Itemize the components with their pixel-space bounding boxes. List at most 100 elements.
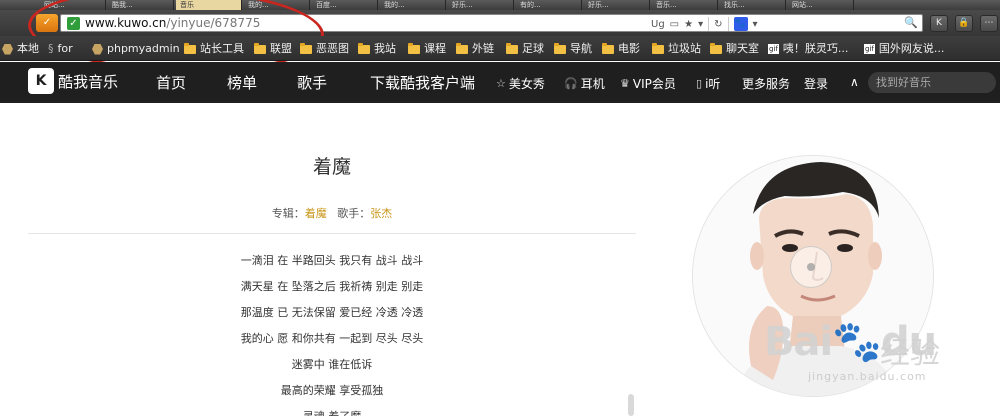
nav-charts[interactable]: 榜单 [227, 72, 257, 93]
browser-tab[interactable]: 有的... [516, 0, 582, 10]
nav-home[interactable]: 首页 [156, 72, 186, 93]
bookmark-item[interactable]: 聊天室 [710, 41, 759, 57]
lyric-line: 迷雾中 谁在低诉 [291, 358, 373, 371]
bookmark-icon [2, 43, 13, 55]
browser-tabstrip: 网站... 酷我... 音乐 我的... 百度... 我的... 好乐... 有… [0, 0, 1000, 10]
lyric-line: 我的心 愿 和你共有 一起到 尽头 尽头 [240, 332, 424, 345]
translate-icon[interactable]: Ug [651, 19, 665, 30]
folder-icon [408, 42, 420, 54]
bookmark-item[interactable]: 本地 [2, 41, 39, 57]
browser-tab[interactable]: 我的... [244, 0, 310, 10]
headphone-icon: 🎧 [564, 77, 578, 90]
refresh-icon[interactable]: ↻ [714, 19, 722, 30]
lyric-line: 灵魂 着了魔 [28, 408, 636, 416]
nav-headphones[interactable]: 🎧 耳机 [564, 75, 605, 92]
bookmark-star-icon[interactable]: ★ [684, 19, 693, 30]
site-header: K 酷我音乐 首页 榜单 歌手 下载酷我客户端 ☆ 美女秀 🎧 耳机 ♛ VIP会员 … [0, 62, 1000, 103]
browser-tab[interactable]: 酷我... [108, 0, 174, 10]
gif-icon: gif [768, 44, 779, 54]
dropdown-icon[interactable]: ▾ [698, 19, 703, 30]
url-text[interactable]: www.kuwo.cn/yinyue/678775 [85, 16, 260, 30]
nav-beauty-show[interactable]: ☆ 美女秀 [496, 75, 545, 92]
album-label: 专辑： [271, 207, 305, 220]
browser-tab[interactable]: 好乐... [584, 0, 650, 10]
folder-icon [652, 42, 664, 54]
lyrics-scrollbar[interactable] [628, 394, 634, 416]
bookmark-item[interactable]: 站长工具 [184, 41, 244, 57]
play-disc-icon[interactable] [790, 246, 832, 288]
baidu-search-engine-icon[interactable]: 🐾 [733, 17, 748, 31]
login-link[interactable]: 登录 [804, 75, 828, 92]
browser-tab[interactable]: 好乐... [448, 0, 514, 10]
url-tools: Ug ▭ ★ ▾ ↻ 🐾 ▾ [651, 16, 758, 32]
singer-label: 歌手： [337, 207, 371, 220]
search-icon[interactable]: 🔍 [904, 16, 918, 29]
bookmark-item[interactable]: § for [48, 41, 73, 57]
song-meta: 专辑：着魔 歌手：张杰 [28, 205, 636, 221]
dropdown-icon[interactable]: ▾ [753, 19, 758, 30]
bookmark-item[interactable]: 我站 [358, 41, 396, 57]
lyric-line: 最高的荣耀 享受孤独 [280, 384, 384, 397]
browser-tab[interactable]: 我的... [380, 0, 446, 10]
screen-icon[interactable]: ▭ [670, 19, 679, 30]
folder-icon [358, 42, 370, 54]
crown-icon: ♛ [620, 77, 630, 90]
star-icon: ☆ [496, 77, 506, 90]
folder-icon [710, 42, 722, 54]
bookmark-item[interactable]: gif 咦！朕灵巧... [768, 41, 848, 57]
folder-icon [254, 42, 266, 54]
lyric-line: 那温度 已 无法保留 爱已经 冷透 冷透 [240, 306, 424, 319]
nav-more-services[interactable]: 更多服务 [742, 75, 790, 92]
browser-tab[interactable]: 网站... [788, 0, 854, 10]
nav-download-client[interactable]: 下载酷我客户端 [370, 72, 475, 93]
bookmark-item[interactable]: 恶恶图 [300, 41, 349, 57]
bookmark-item[interactable]: 垃圾站 [652, 41, 701, 57]
bookmark-item[interactable]: 外链 [456, 41, 494, 57]
chevron-up-icon[interactable]: ∧ [850, 75, 859, 89]
browser-tab[interactable]: 百度... [312, 0, 378, 10]
browser-navbar: ✓ ✓ www.kuwo.cn/yinyue/678775 Ug ▭ ★ ▾ ↻… [0, 10, 1000, 36]
bookmark-item[interactable]: phpmyadmin [92, 41, 180, 57]
bookmark-icon: § [48, 42, 54, 55]
nav-iting[interactable]: ▯ i听 [696, 75, 720, 92]
browser-tab-active[interactable]: 音乐 [176, 0, 242, 10]
gif-icon: gif [864, 44, 875, 54]
nav-vip[interactable]: ♛ VIP会员 [620, 75, 676, 92]
browser-tab[interactable]: 网站... [40, 0, 106, 10]
browser-tab[interactable]: 找乐... [720, 0, 786, 10]
bookmark-item[interactable]: 课程 [408, 41, 446, 57]
nav-singers[interactable]: 歌手 [297, 72, 327, 93]
phone-icon: ▯ [696, 77, 703, 90]
folder-icon [300, 42, 312, 54]
lock-button[interactable]: 🔒 [955, 15, 973, 32]
lyric-line: 一滴泪 在 半路回头 我只有 战斗 战斗 [240, 254, 424, 267]
album-link[interactable]: 着魔 [305, 207, 327, 220]
watermark-url: jingyan.baidu.com [808, 370, 927, 383]
singer-link[interactable]: 张杰 [370, 207, 392, 220]
kuwo-logo-icon: K [28, 68, 54, 94]
folder-icon [456, 42, 468, 54]
secure-check-icon: ✓ [67, 17, 80, 30]
bookmark-item[interactable]: gif 国外网友说... [864, 41, 944, 57]
song-title: 着魔 [312, 156, 351, 178]
bookmark-item[interactable]: 联盟 [254, 41, 292, 57]
lyric-line: 满天星 在 坠落之后 我祈祷 别走 别走 [240, 280, 424, 293]
bookmark-item[interactable]: 足球 [506, 41, 544, 57]
browser-tab[interactable]: 音乐... [652, 0, 718, 10]
more-button[interactable]: ⋯ [980, 15, 998, 32]
address-bar[interactable]: ✓ www.kuwo.cn/yinyue/678775 Ug ▭ ★ ▾ ↻ 🐾… [60, 14, 923, 32]
bookmark-item[interactable]: 导航 [554, 41, 592, 57]
lyrics-panel: 一滴泪 在 半路回头 我只有 战斗 战斗 满天星 在 坠落之后 我祈祷 别走 别… [28, 252, 636, 416]
bookmark-icon [92, 43, 103, 55]
bookmarks-bar: 本地 § for phpmyadmin 站长工具 联盟 恶恶图 我站 课程 外链 … [0, 36, 1000, 61]
browser-menu-button[interactable]: ✓ [36, 14, 58, 32]
extension-k-button[interactable]: K [930, 15, 948, 32]
folder-icon [184, 42, 196, 54]
logo-text: 酷我音乐 [58, 72, 119, 91]
folder-icon [602, 42, 614, 54]
folder-icon [506, 42, 518, 54]
bookmark-item[interactable]: 电影 [602, 41, 640, 57]
divider [28, 233, 636, 234]
kuwo-logo[interactable]: K 酷我音乐 [28, 68, 118, 94]
site-search-input[interactable] [868, 72, 996, 93]
